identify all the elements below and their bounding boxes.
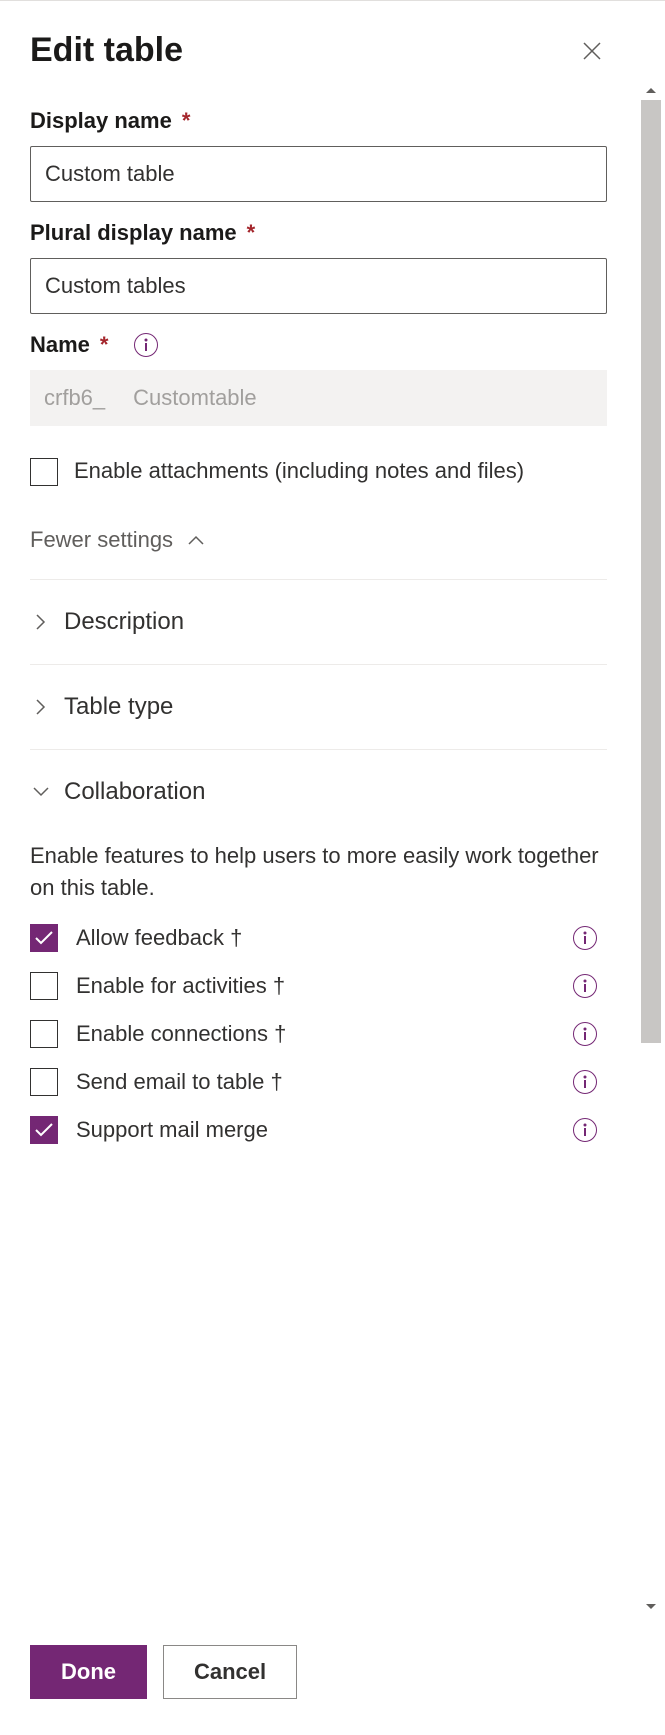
send-email-row: Send email to table †: [30, 1068, 607, 1096]
info-icon[interactable]: [573, 974, 597, 998]
done-button[interactable]: Done: [30, 1645, 147, 1699]
field-name: Name * crfb6_ Customtable: [30, 332, 607, 426]
panel-body: Display name * Plural display name * Nam…: [0, 80, 665, 1617]
info-icon[interactable]: [573, 1022, 597, 1046]
enable-attachments-checkbox[interactable]: [30, 458, 58, 486]
enable-attachments-row: Enable attachments (including notes and …: [30, 456, 607, 487]
name-prefix: crfb6_: [30, 370, 119, 426]
accordion-description-label: Description: [64, 608, 184, 636]
checkmark-icon: [35, 1123, 53, 1137]
enable-connections-row: Enable connections †: [30, 1020, 607, 1048]
scroll-down-arrow-icon[interactable]: [637, 1597, 665, 1617]
scrollbar[interactable]: [637, 80, 665, 1617]
field-plural-display-name: Plural display name *: [30, 220, 607, 314]
info-icon[interactable]: [573, 926, 597, 950]
allow-feedback-checkbox[interactable]: [30, 924, 58, 952]
name-label-text: Name: [30, 332, 90, 358]
allow-feedback-label: Allow feedback †: [76, 925, 555, 951]
cancel-button[interactable]: Cancel: [163, 1645, 297, 1699]
chevron-right-icon: [30, 696, 52, 718]
checkmark-icon: [35, 931, 53, 945]
panel-title: Edit table: [30, 31, 183, 70]
info-glyph-icon: [580, 1075, 590, 1089]
info-glyph-icon: [580, 979, 590, 993]
name-value: Customtable: [119, 370, 607, 426]
chevron-up-icon: [185, 529, 207, 551]
display-name-label: Display name *: [30, 108, 607, 134]
info-glyph-icon: [141, 338, 151, 352]
info-icon[interactable]: [134, 333, 158, 357]
accordion-table-type[interactable]: Table type: [30, 665, 607, 750]
edit-table-panel: Edit table Display name * Plural display…: [0, 0, 665, 1735]
close-button[interactable]: [574, 33, 610, 69]
accordion-collaboration[interactable]: Collaboration: [30, 750, 607, 834]
info-icon[interactable]: [573, 1070, 597, 1094]
panel-header: Edit table: [0, 1, 665, 80]
send-email-label: Send email to table †: [76, 1069, 555, 1095]
enable-connections-checkbox[interactable]: [30, 1020, 58, 1048]
panel-footer: Done Cancel: [0, 1617, 665, 1735]
chevron-right-icon: [30, 611, 52, 633]
enable-activities-label: Enable for activities †: [76, 973, 555, 999]
fewer-settings-label: Fewer settings: [30, 527, 173, 553]
name-input-row: crfb6_ Customtable: [30, 370, 607, 426]
scroll-thumb[interactable]: [641, 100, 661, 1043]
scroll-track[interactable]: [637, 100, 665, 1597]
fewer-settings-toggle[interactable]: Fewer settings: [30, 527, 607, 553]
required-indicator: *: [182, 108, 191, 134]
collaboration-description: Enable features to help users to more ea…: [30, 840, 607, 904]
info-glyph-icon: [580, 931, 590, 945]
accordion-collaboration-label: Collaboration: [64, 778, 205, 806]
send-email-checkbox[interactable]: [30, 1068, 58, 1096]
accordion-description[interactable]: Description: [30, 580, 607, 665]
info-icon[interactable]: [573, 1118, 597, 1142]
scroll-up-arrow-icon[interactable]: [637, 80, 665, 100]
allow-feedback-row: Allow feedback †: [30, 924, 607, 952]
support-mail-merge-label: Support mail merge: [76, 1117, 555, 1143]
plural-display-name-label-text: Plural display name: [30, 220, 237, 246]
display-name-input[interactable]: [30, 146, 607, 202]
support-mail-merge-row: Support mail merge: [30, 1116, 607, 1144]
close-icon: [582, 41, 602, 61]
field-display-name: Display name *: [30, 108, 607, 202]
plural-display-name-label: Plural display name *: [30, 220, 607, 246]
display-name-label-text: Display name: [30, 108, 172, 134]
enable-attachments-label: Enable attachments (including notes and …: [74, 456, 607, 487]
enable-connections-label: Enable connections †: [76, 1021, 555, 1047]
info-glyph-icon: [580, 1027, 590, 1041]
plural-display-name-input[interactable]: [30, 258, 607, 314]
required-indicator: *: [247, 220, 256, 246]
chevron-down-icon: [30, 781, 52, 803]
info-glyph-icon: [580, 1123, 590, 1137]
accordion-table-type-label: Table type: [64, 693, 173, 721]
form-content: Display name * Plural display name * Nam…: [0, 80, 637, 1617]
enable-activities-checkbox[interactable]: [30, 972, 58, 1000]
support-mail-merge-checkbox[interactable]: [30, 1116, 58, 1144]
required-indicator: *: [100, 332, 109, 358]
name-label: Name *: [30, 332, 607, 358]
enable-activities-row: Enable for activities †: [30, 972, 607, 1000]
